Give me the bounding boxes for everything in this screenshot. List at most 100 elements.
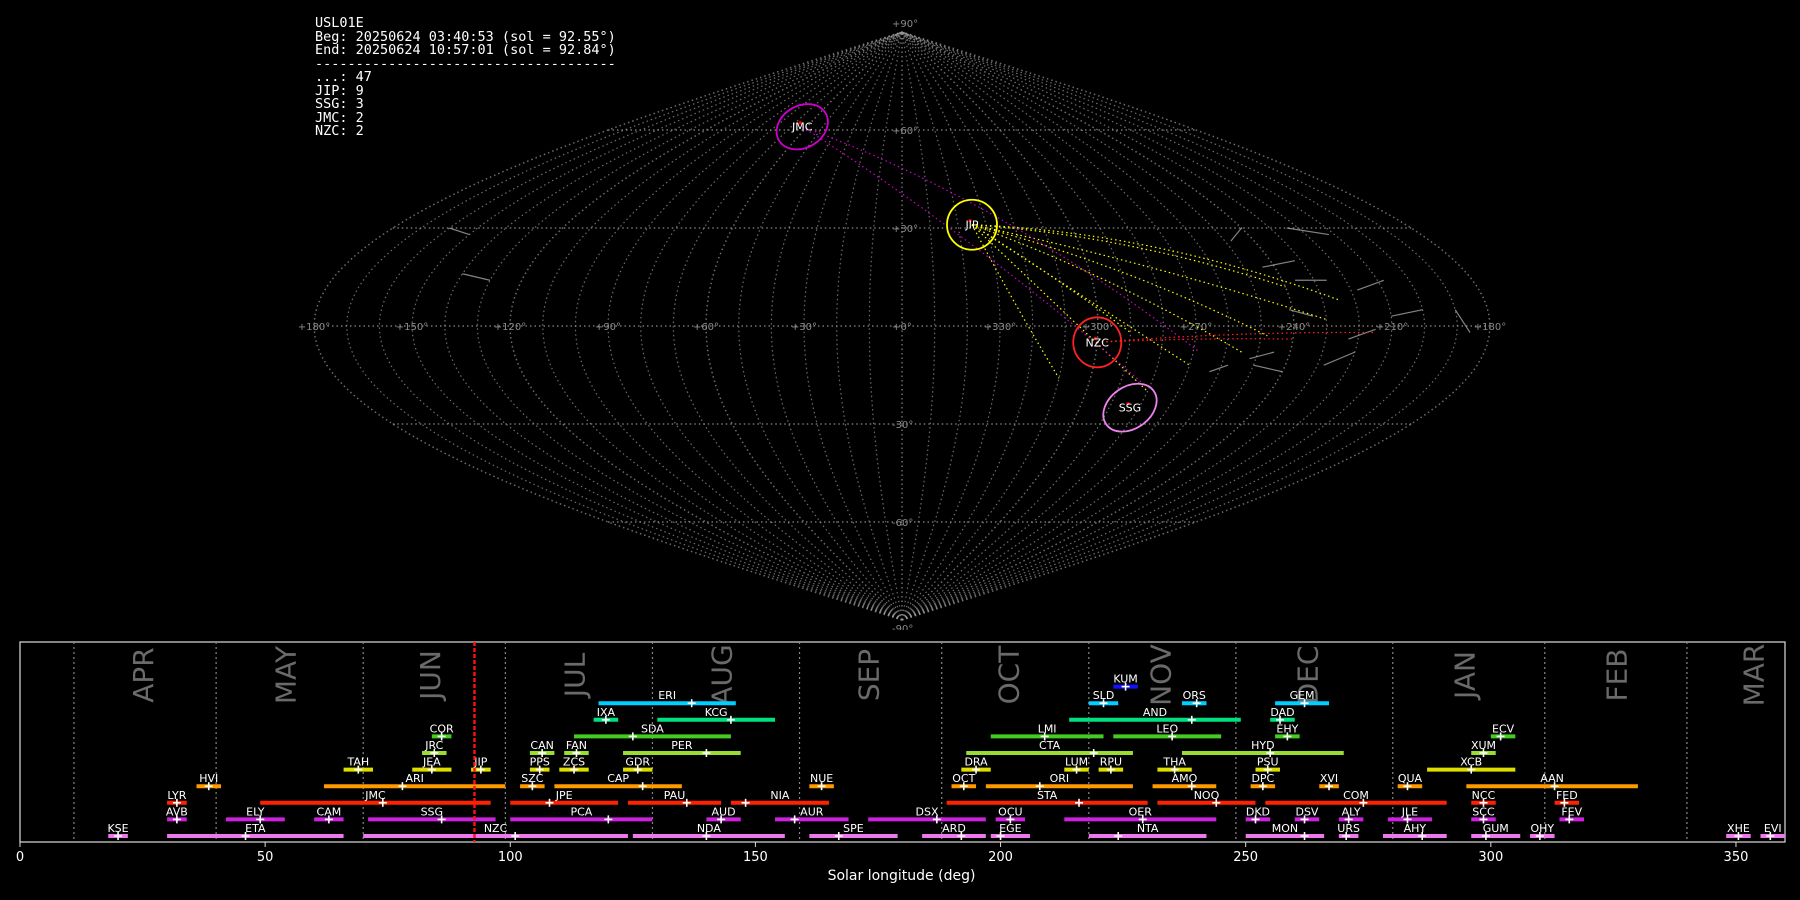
shower-label: SCC — [1472, 805, 1495, 818]
shower-label: DKD — [1246, 805, 1270, 818]
lat-tick-label: +30° — [892, 224, 918, 235]
shower-label: AND — [1143, 706, 1167, 719]
shower-label: KSE — [107, 822, 128, 835]
month-label: JUL — [559, 652, 592, 699]
shower-label: HYD — [1251, 739, 1274, 752]
radiant-sky-map: +180° +150° +120° +90° +60° +30° +0° +330° +300°… — [298, 19, 1506, 630]
shower-label: PCA — [570, 805, 592, 818]
shower-label: FED — [1556, 789, 1578, 802]
lon-tick-label: +60° — [693, 322, 719, 333]
x-tick-label: 150 — [743, 850, 768, 865]
sporadic-streak — [1230, 227, 1242, 242]
shower-label: DRA — [964, 756, 988, 769]
shower-label: CTA — [1039, 739, 1061, 752]
shower-label: DAD — [1270, 706, 1294, 719]
shower-label: JLE — [1401, 805, 1418, 818]
shower-label: URS — [1337, 822, 1360, 835]
shower-label: SSG — [421, 805, 444, 818]
lon-tick-label: +270° — [1180, 322, 1212, 333]
lon-tick-label: +330° — [984, 322, 1016, 333]
x-tick-label: 300 — [1478, 850, 1503, 865]
shower-label: OER — [1129, 805, 1153, 818]
shower-label: IXA — [597, 706, 616, 719]
shower-label: OCT — [952, 772, 975, 785]
shower-label: EHY — [1276, 722, 1298, 735]
shower-label: LYR — [167, 789, 186, 802]
lon-tick-label: +90° — [595, 322, 621, 333]
radiant-markers: JMC JIP NZC SSG — [775, 103, 1158, 433]
shower-label: ETA — [245, 822, 266, 835]
meridian-line — [476, 31, 903, 621]
radiant-label: NZC — [1086, 336, 1110, 349]
sporadic-streak — [1348, 328, 1376, 340]
shower-label: JEA — [422, 756, 441, 769]
shower-label: CAN — [530, 739, 553, 752]
x-tick-label: 350 — [1724, 850, 1749, 865]
shower-label: OCU — [998, 805, 1022, 818]
sporadic-streak — [1391, 309, 1423, 317]
shower-label: ERI — [658, 689, 676, 702]
shower-label: ECV — [1492, 722, 1515, 735]
shower-label: NUE — [810, 772, 833, 785]
sporadic-streak — [1249, 351, 1275, 360]
lon-tick-label: +180° — [298, 322, 330, 333]
shower-label: STA — [1037, 789, 1058, 802]
radiant-label: SSG — [1119, 402, 1142, 415]
shower-label: XCB — [1460, 756, 1482, 769]
sporadic-streak — [462, 273, 491, 281]
month-label: FEB — [1600, 648, 1633, 701]
jip-trail — [971, 224, 1286, 288]
shower-label: SZC — [521, 772, 544, 785]
shower-label: EGE — [999, 822, 1021, 835]
lon-tick-label: +180° — [1474, 322, 1506, 333]
shower-label: AUR — [800, 805, 824, 818]
shower-label: XUM — [1471, 739, 1496, 752]
month-label: MAY — [269, 645, 302, 704]
x-axis-label: Solar longitude (deg) — [828, 868, 976, 884]
sporadic-streak — [1323, 351, 1356, 366]
shower-label: AUD — [712, 805, 736, 818]
sporadic-streak — [1253, 364, 1283, 373]
lat-tick-label: +90° — [892, 19, 918, 30]
shower-label: HVI — [199, 772, 218, 785]
shower-label: KUM — [1113, 673, 1137, 686]
shower-label: RPU — [1100, 756, 1122, 769]
shower-label: LUM — [1065, 756, 1088, 769]
shower-label: ARI — [405, 772, 423, 785]
shower-label: FAN — [566, 739, 587, 752]
shower-label: FEV — [1561, 805, 1582, 818]
shower-label: NOO — [1194, 789, 1220, 802]
shower-label: ELY — [246, 805, 265, 818]
shower-label: DPC — [1251, 772, 1274, 785]
shower-label: PAU — [664, 789, 686, 802]
lon-tick-label: +240° — [1278, 322, 1310, 333]
shower-label: DSX — [916, 805, 939, 818]
x-tick-label: 0 — [16, 850, 24, 865]
shower-label: AMO — [1172, 772, 1198, 785]
shower-label: NDA — [697, 822, 722, 835]
shower-label: JPE — [555, 789, 573, 802]
shower-label: SLD — [1093, 689, 1115, 702]
shower-label: KCG — [705, 706, 728, 719]
x-tick-label: 100 — [498, 850, 523, 865]
shower-label: EVI — [1764, 822, 1782, 835]
lon-tick-label: +150° — [396, 322, 428, 333]
sporadic-streak — [1209, 364, 1229, 373]
jip-trail — [971, 224, 1242, 353]
month-label: AUG — [706, 644, 739, 705]
shower-label: JRC — [424, 739, 443, 752]
shower-label: GEM — [1290, 689, 1315, 702]
lon-tick-label: +30° — [791, 322, 817, 333]
sporadic-streak — [1286, 227, 1329, 236]
shower-timeline: APR MAY JUN JUL AUG SEP OCT NOV DEC JAN FEB MARKUME… — [16, 641, 1786, 884]
shower-label: AVB — [166, 805, 188, 818]
x-tick-label: 50 — [257, 850, 274, 865]
month-label: JUN — [414, 650, 447, 702]
sporadic-streak — [449, 227, 470, 236]
lat-tick-label: +60° — [892, 126, 918, 137]
lon-tick-label: +210° — [1376, 322, 1408, 333]
jip-trail — [971, 224, 1190, 366]
x-tick-label: 200 — [988, 850, 1013, 865]
radiant-label: JMC — [791, 121, 813, 134]
shower-label: LEO — [1156, 722, 1178, 735]
